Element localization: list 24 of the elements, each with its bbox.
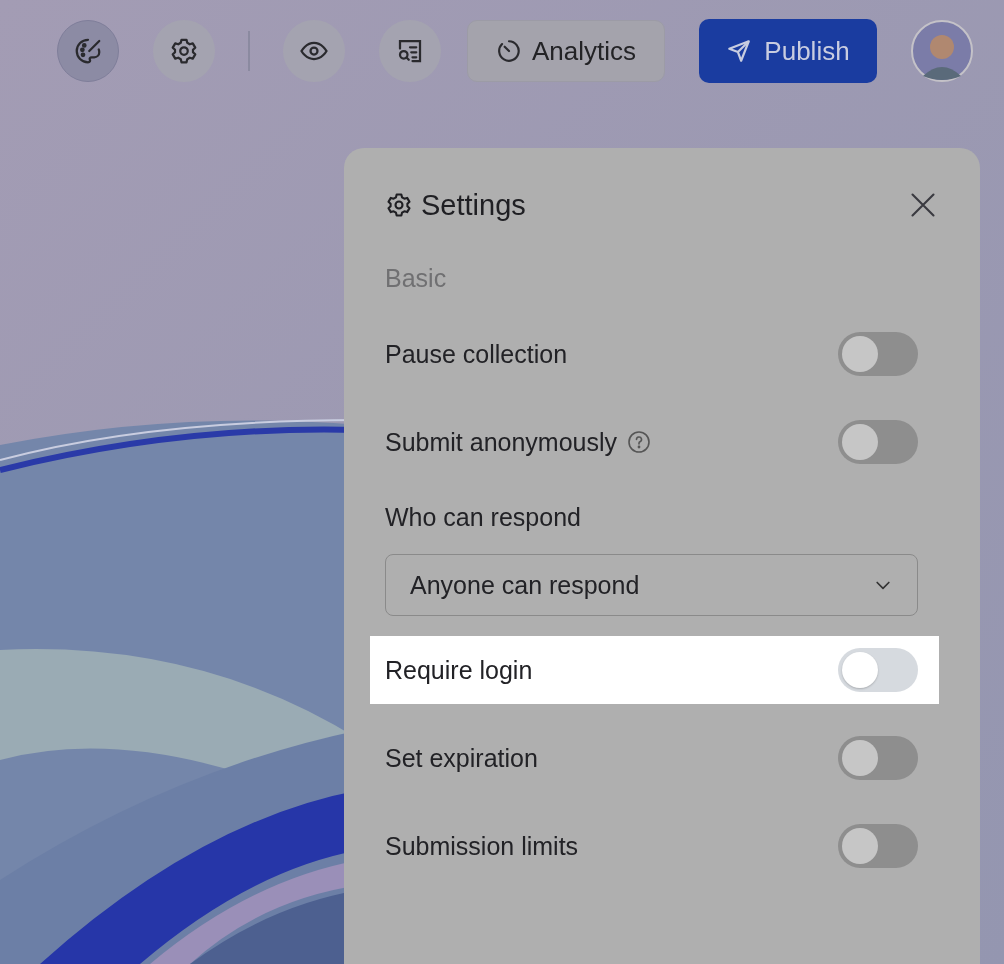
setting-label: Submit anonymously <box>385 427 618 457</box>
toggle-switch[interactable] <box>838 420 918 464</box>
setting-label: Require login <box>385 655 533 685</box>
settings-icon <box>385 191 413 219</box>
toggle-switch[interactable] <box>838 736 918 780</box>
timer-icon <box>495 38 522 64</box>
help-icon[interactable] <box>627 430 652 454</box>
section-heading: Basic <box>385 263 448 294</box>
panel-title: Settings <box>421 188 526 222</box>
palette-icon <box>73 36 103 66</box>
publish-button[interactable]: Publish <box>699 19 877 83</box>
toggle-switch[interactable] <box>838 648 918 692</box>
setting-label: Set expiration <box>385 743 538 773</box>
analytics-button[interactable]: Analytics <box>467 20 665 82</box>
close-icon[interactable] <box>909 191 937 219</box>
settings-icon <box>169 36 199 66</box>
respondents-dropdown[interactable]: Anyone can respond <box>385 554 918 616</box>
setting-label: Submission limits <box>385 831 579 861</box>
send-icon <box>726 38 753 64</box>
toggle-switch[interactable] <box>838 824 918 868</box>
avatar[interactable] <box>911 20 973 82</box>
setting-label: Who can respond <box>385 502 582 533</box>
toggle-switch[interactable] <box>838 332 918 376</box>
setting-label: Pause collection <box>385 339 568 369</box>
